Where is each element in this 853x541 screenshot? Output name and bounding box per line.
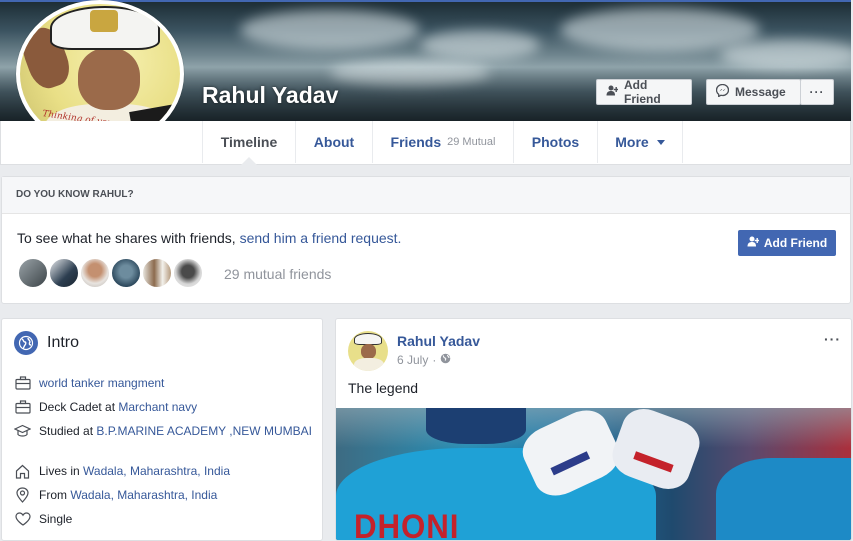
mutual-friends-count[interactable]: 29 mutual friends xyxy=(224,266,331,282)
intro-lives-in: Lives in Wadala, Maharashtra, India xyxy=(14,463,314,479)
intro-work-2-prefix: Deck Cadet at xyxy=(39,400,119,414)
home-icon xyxy=(14,463,31,479)
add-friend-icon xyxy=(606,85,619,99)
tab-friends[interactable]: Friends 29 Mutual xyxy=(372,121,513,163)
globe-icon xyxy=(14,331,38,355)
intro-from-link[interactable]: Wadala, Maharashtra, India xyxy=(70,488,217,502)
avatar[interactable] xyxy=(17,257,49,289)
do-you-know-text: To see what he shares with friends, send… xyxy=(17,230,401,246)
intro-work-1: world tanker mangment xyxy=(14,375,314,391)
intro-work-2: Deck Cadet at Marchant navy xyxy=(14,399,314,415)
message-button[interactable]: Message xyxy=(706,79,801,105)
intro-work-2-link[interactable]: Marchant navy xyxy=(118,400,197,414)
heart-icon xyxy=(14,511,31,527)
messenger-icon xyxy=(715,83,730,100)
briefcase-icon xyxy=(14,375,31,391)
intro-heading: Intro xyxy=(14,331,79,355)
tab-photos-label: Photos xyxy=(531,134,580,150)
avatar[interactable] xyxy=(110,257,142,289)
post-image-jersey-text: DHONI xyxy=(354,508,460,541)
add-friend-button-panel[interactable]: Add Friend xyxy=(738,230,836,256)
intro-from-prefix: From xyxy=(39,488,71,502)
do-you-know-prefix: To see what he shares with friends, xyxy=(17,230,236,246)
intro-education-prefix: Studied at xyxy=(39,424,97,438)
intro-work-1-link[interactable]: world tanker mangment xyxy=(39,376,164,390)
avatar[interactable] xyxy=(79,257,111,289)
post-text: The legend xyxy=(348,380,419,396)
tab-more-label: More xyxy=(615,134,649,150)
active-tab-indicator xyxy=(241,157,257,165)
tab-timeline-label: Timeline xyxy=(220,134,278,150)
intro-relationship: Single xyxy=(14,511,314,527)
profile-name[interactable]: Rahul Yadav xyxy=(202,82,338,109)
intro-education: Studied at B.P.MARINE ACADEMY ,NEW MUMBA… xyxy=(14,423,314,439)
add-friend-button[interactable]: Add Friend xyxy=(596,78,692,106)
avatar[interactable] xyxy=(172,257,204,289)
tab-more[interactable]: More xyxy=(597,121,683,163)
add-friend-icon xyxy=(747,236,760,250)
graduation-cap-icon xyxy=(14,423,31,439)
message-label: Message xyxy=(735,85,786,99)
tab-friends-mutual-count: 29 Mutual xyxy=(447,136,496,148)
add-friend-panel-label: Add Friend xyxy=(763,236,828,250)
briefcase-icon xyxy=(14,399,31,415)
timeline-post: Rahul Yadav 6 July · ··· The legend DHON… xyxy=(335,318,852,541)
add-friend-label: Add Friend xyxy=(624,78,661,106)
intro-title: Intro xyxy=(47,334,80,351)
post-date[interactable]: 6 July xyxy=(397,353,428,367)
avatar[interactable] xyxy=(141,257,173,289)
more-dots-icon: ··· xyxy=(809,85,825,99)
send-friend-request-link[interactable]: send him a friend request. xyxy=(240,230,402,246)
do-you-know-panel: DO YOU KNOW RAHUL? To see what he shares… xyxy=(1,176,851,304)
post-options-button[interactable]: ··· xyxy=(824,331,841,347)
avatar[interactable] xyxy=(48,257,80,289)
caret-down-icon xyxy=(656,139,665,145)
more-options-button[interactable]: ··· xyxy=(800,79,834,105)
post-author-name[interactable]: Rahul Yadav xyxy=(397,333,480,349)
intro-relationship-text: Single xyxy=(39,512,73,526)
tab-about-label: About xyxy=(313,134,355,150)
post-image[interactable]: DHONI xyxy=(336,408,851,541)
post-author-avatar[interactable] xyxy=(348,331,388,371)
location-pin-icon xyxy=(14,487,31,503)
tab-photos[interactable]: Photos xyxy=(513,121,597,163)
post-meta: 6 July · xyxy=(397,353,451,367)
privacy-globe-icon[interactable] xyxy=(440,353,451,367)
tab-about[interactable]: About xyxy=(295,121,372,163)
intro-education-link[interactable]: B.P.MARINE ACADEMY ,NEW MUMBAI xyxy=(96,424,312,438)
intro-lives-in-prefix: Lives in xyxy=(39,464,84,478)
mutual-friends-avatars xyxy=(17,257,204,289)
intro-card: Intro world tanker mangment Deck Cadet a… xyxy=(1,318,323,541)
tab-friends-label: Friends xyxy=(390,134,442,150)
intro-from: From Wadala, Maharashtra, India xyxy=(14,487,314,503)
intro-lives-in-link[interactable]: Wadala, Maharashtra, India xyxy=(83,464,230,478)
do-you-know-header: DO YOU KNOW RAHUL? xyxy=(2,177,850,214)
